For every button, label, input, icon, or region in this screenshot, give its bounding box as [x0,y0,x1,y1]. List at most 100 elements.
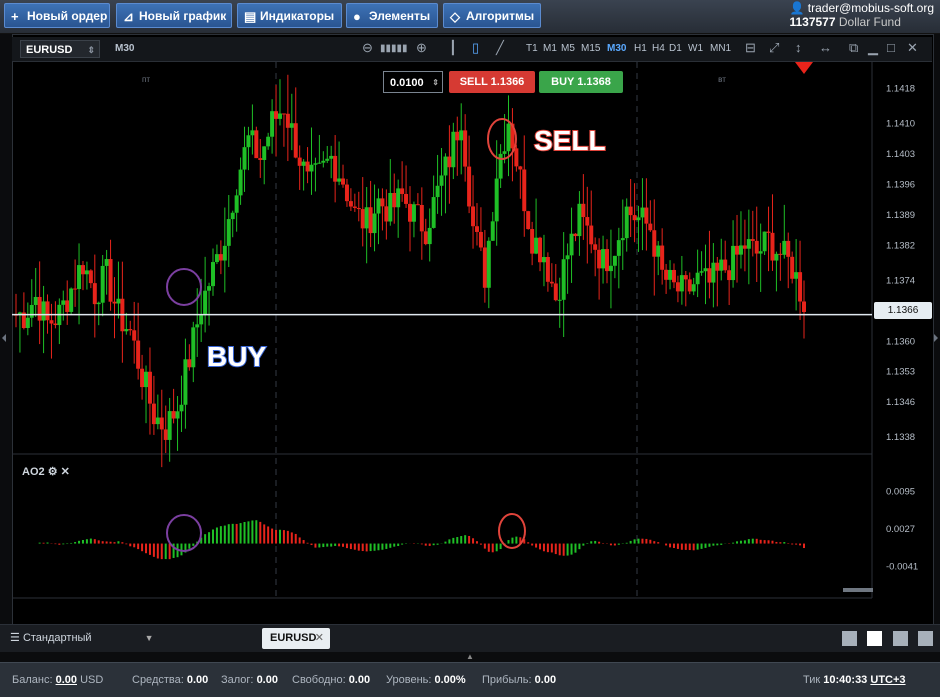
close-tab-icon[interactable]: ✕ [315,628,324,649]
buy-button[interactable]: BUY 1.1368 [539,71,623,93]
candle-body [163,429,168,440]
candle-body [534,237,539,254]
candle-body [723,259,728,271]
candle-body [297,157,302,166]
candle-body [61,300,66,305]
candle-body [699,271,704,273]
tab-eurusd[interactable]: EURUSD ✕ [262,628,330,649]
candle-body [435,185,440,198]
candle-body [675,282,680,292]
candle-body [636,217,641,221]
candle-body [605,249,609,272]
layout-columns-icon[interactable] [893,631,908,646]
candle-body [624,206,629,239]
indicator-tick-label: 0.0095 [886,487,915,498]
layout-single-icon[interactable] [842,631,857,646]
candle-body [498,153,503,179]
gear-icon[interactable]: ⚙ [48,466,58,478]
right-collapse-icon[interactable] [934,334,938,342]
chart-scrollbar[interactable] [843,588,873,592]
candle-body [341,178,346,185]
candle-body [183,359,188,405]
candle-body [455,131,460,141]
candle-body [337,178,342,182]
candle-body [419,204,424,232]
candle-body [293,123,298,158]
candle-body [451,131,456,168]
candle-body [77,265,82,290]
candle-body [33,296,38,305]
panel-expand-icon[interactable]: ▲ [466,652,474,661]
sell-marker-icon [795,62,813,74]
candle-body [301,161,306,166]
candle-body [242,147,247,170]
candle-body [711,262,716,283]
sell-button[interactable]: SELL 1.1366 [449,71,535,93]
candle-body [762,231,767,252]
candle-body [274,111,279,119]
day-label: вт [718,75,726,84]
candle-body [100,265,105,303]
candle-body [360,209,365,229]
candle-body [155,417,160,425]
candle-body [502,151,507,154]
candle-body [447,156,452,168]
candle-body [671,269,676,283]
candle-body [37,296,42,321]
candle-body [538,237,543,263]
candle-body [569,233,574,256]
candle-body [285,113,290,128]
layout-selector[interactable]: ☰ Стандартный ▼ [10,631,154,644]
layout-split-icon[interactable] [918,631,933,646]
candle-body [565,255,570,260]
layout-grid-icon[interactable] [867,631,882,646]
candle-body [514,148,519,167]
timezone-selector[interactable]: UTC+3 [870,674,905,686]
candle-body [258,158,263,160]
candle-body [715,262,720,271]
buy-annotation: BUY [207,341,266,372]
candle-body [344,184,349,202]
candle-body [616,240,621,256]
quantity-input[interactable]: 0.0100 ⇕ [383,71,443,93]
candle-body [92,283,97,305]
candle-body [632,215,637,221]
candle-body [589,225,594,245]
candle-body [545,257,550,282]
candle-body [427,227,432,245]
indicator-tick-label: 0.0027 [886,524,915,535]
candle-body [144,371,149,388]
candle-body [597,249,602,269]
candle-body [400,188,405,194]
sell-annotation: SELL [534,125,606,156]
candle-body [321,160,326,163]
candle-body [707,268,712,283]
candle-body [553,283,558,301]
candle-body [250,130,255,136]
candle-body [541,257,546,263]
price-tick-label: 1.1353 [886,367,915,378]
candle-body [128,329,133,331]
candle-body [207,286,212,291]
candle-body [88,270,93,284]
remove-indicator-icon[interactable]: ✕ [61,466,70,478]
candle-body [65,300,70,312]
candle-body [289,123,294,128]
indicator-label: AO2 ⚙ ✕ [22,466,70,478]
left-collapse-icon[interactable] [2,334,6,342]
candle-body [230,212,235,220]
candle-body [731,245,736,281]
candle-body [73,288,78,290]
day-label: пт [142,75,150,84]
candle-body [226,219,231,246]
price-tick-label: 1.1403 [886,149,915,160]
menu-icon: ☰ [10,632,20,644]
chevron-down-icon: ▼ [144,633,154,643]
candle-body [439,175,444,186]
candle-body [392,192,397,208]
candle-body [474,226,479,232]
candle-body [313,163,318,165]
price-tick-label: 1.1360 [886,336,915,347]
candle-body [388,192,393,222]
candle-body [766,231,771,233]
